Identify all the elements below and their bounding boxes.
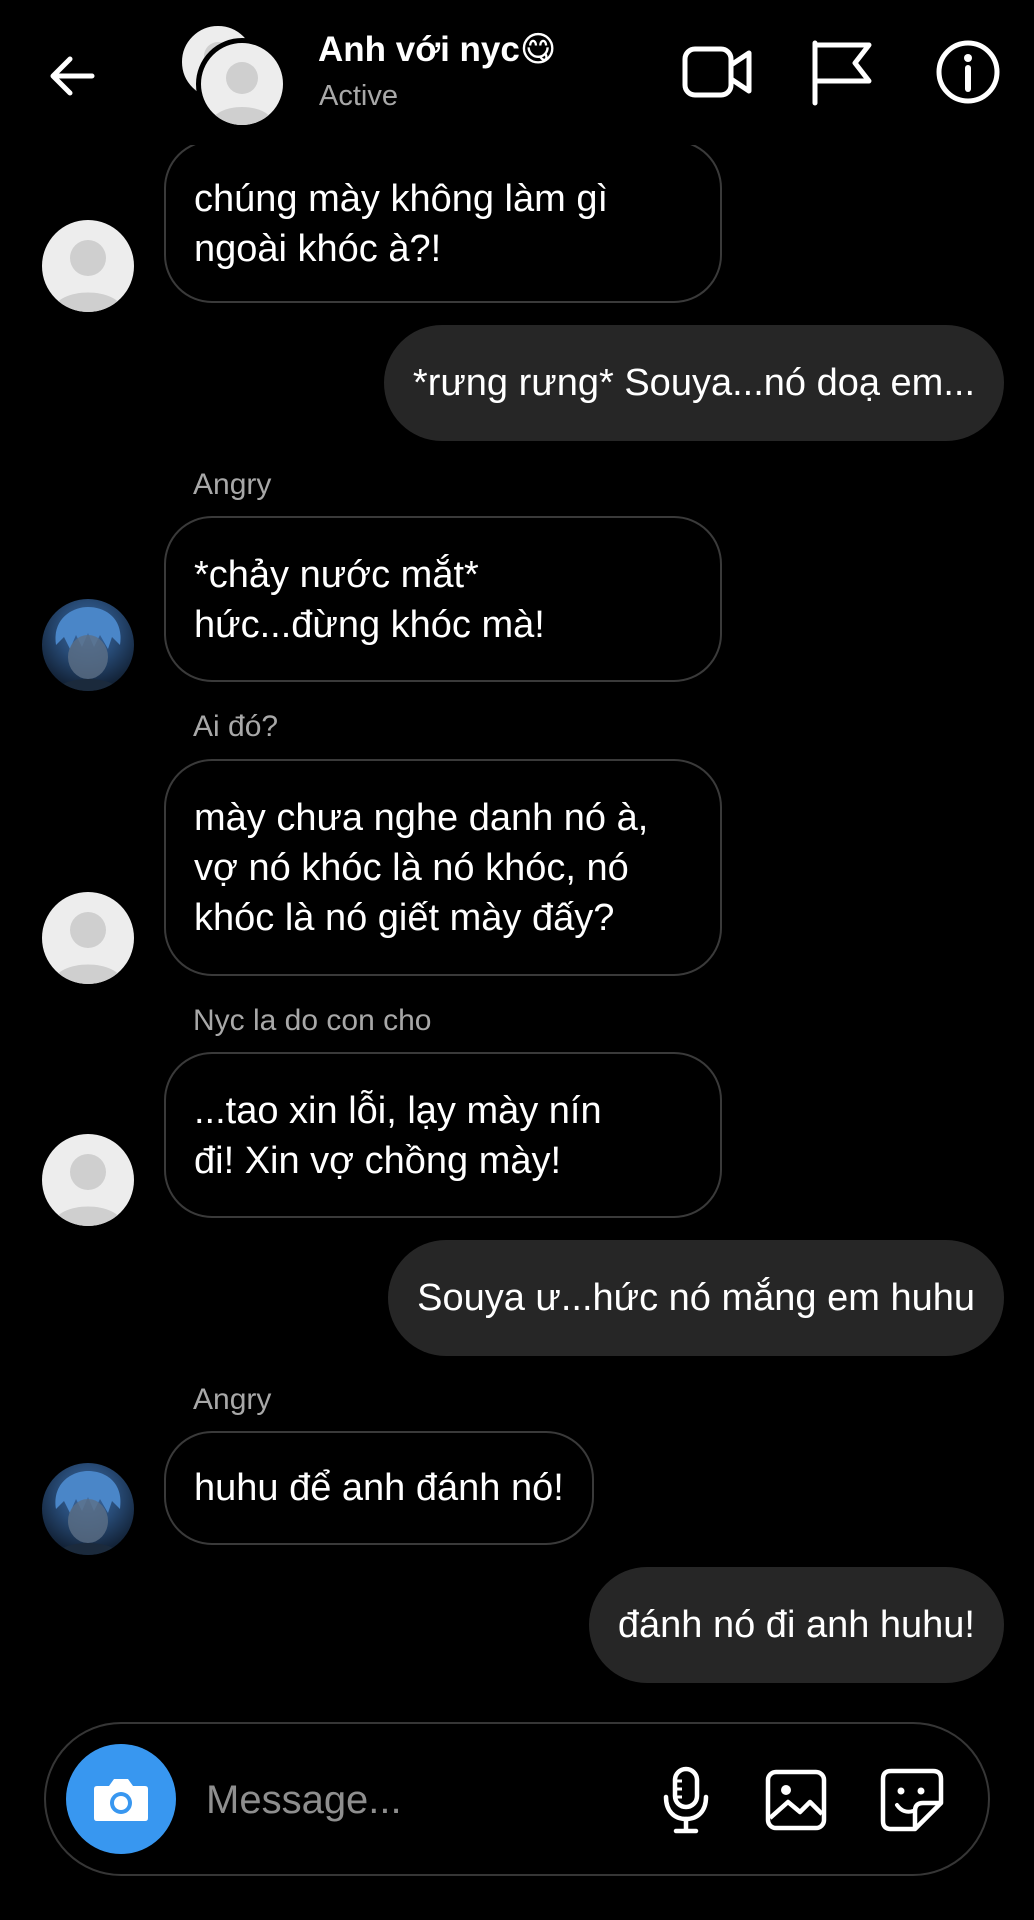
sender-name: Ai đó? [193,710,279,743]
sender-avatar[interactable] [42,599,134,691]
active-status: Active [319,80,398,112]
message-text: *rưng rưng* Souya...nó doạ em... [412,361,975,404]
message-text: chúng mày không làm gì ngoài khóc à?! [194,178,609,270]
message-text: đánh nó đi anh huhu! [617,1603,975,1646]
message-text: Souya ư...hức nó mắng em huhu [417,1276,975,1319]
flag-button[interactable] [804,34,880,110]
incoming-message[interactable]: chúng mày không làm gì ngoài khóc à?! [164,140,722,303]
flag-icon [812,40,872,106]
chat-title[interactable]: Anh với nyc😋 [318,30,556,70]
video-call-icon [682,46,752,98]
sender-name: Angry [193,468,272,501]
sender-avatar[interactable] [42,1463,134,1555]
message-text: *chảy nước mắt* hức...đừng khóc mà! [194,554,545,646]
voice-message-button[interactable] [650,1764,722,1836]
video-call-button[interactable] [680,34,756,110]
sticker-button[interactable] [876,1764,948,1836]
info-button[interactable] [930,34,1006,110]
sender-avatar[interactable] [42,220,134,312]
incoming-message[interactable]: huhu để anh đánh nó! [164,1431,594,1545]
back-button[interactable] [42,46,102,106]
group-avatar[interactable] [178,22,288,130]
message-text: huhu để anh đánh nó! [194,1467,564,1509]
incoming-message[interactable]: mày chưa nghe danh nó à, vợ nó khóc là n… [164,759,722,976]
incoming-message[interactable]: ...tao xin lỗi, lạy mày nín đi! Xin vợ c… [164,1052,722,1218]
gallery-icon [765,1769,827,1831]
info-icon [936,40,1000,104]
camera-icon [94,1779,148,1821]
sender-name: Nyc la do con cho [193,1004,432,1037]
message-composer [44,1722,990,1876]
microphone-icon [663,1766,709,1834]
incoming-message[interactable]: *chảy nước mắt* hức...đừng khóc mà! [164,516,722,682]
gallery-button[interactable] [760,1764,832,1836]
arrow-left-icon [50,56,95,96]
sticker-icon [880,1768,944,1832]
sender-avatar[interactable] [42,892,134,984]
avatar [196,38,288,130]
message-text: ...tao xin lỗi, lạy mày nín đi! Xin vợ c… [194,1090,602,1182]
message-list[interactable]: chúng mày không làm gì ngoài khóc à?! *r… [0,0,1034,1700]
outgoing-message[interactable]: đánh nó đi anh huhu! [588,1567,1004,1683]
outgoing-message[interactable]: *rưng rưng* Souya...nó doạ em... [383,325,1004,441]
camera-button[interactable] [66,1744,176,1854]
chat-header: Anh với nyc😋 Active [0,0,1034,145]
outgoing-message[interactable]: Souya ư...hức nó mắng em huhu [388,1240,1004,1356]
sender-name: Angry [193,1383,272,1416]
message-input[interactable] [206,1770,636,1830]
message-text: mày chưa nghe danh nó à, vợ nó khóc là n… [194,797,649,939]
sender-avatar[interactable] [42,1134,134,1226]
